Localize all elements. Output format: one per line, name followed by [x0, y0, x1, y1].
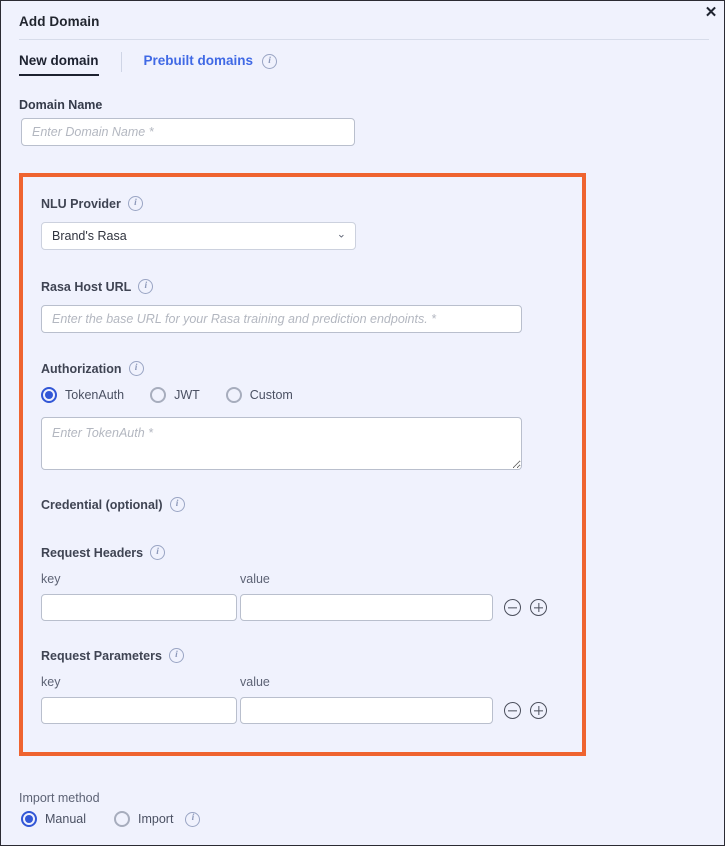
plus-circle-icon[interactable] — [530, 599, 547, 616]
request-parameters-column-headers: key value — [41, 675, 522, 689]
request-headers-info-icon[interactable]: i — [150, 545, 166, 560]
authorization-label: Authorization i — [41, 361, 144, 376]
request-headers-key-input[interactable] — [41, 594, 237, 621]
radio-import-label: Import — [138, 812, 174, 826]
credential-label-text: Credential (optional) — [41, 497, 163, 512]
rasa-host-url-info-icon[interactable]: i — [138, 279, 154, 294]
radio-manual-label: Manual — [45, 812, 86, 826]
import-info-icon[interactable]: i — [185, 811, 201, 827]
request-parameters-label-text: Request Parameters — [41, 648, 162, 663]
prebuilt-domains-info-icon[interactable]: i — [262, 54, 278, 69]
request-headers-row — [41, 594, 547, 621]
request-parameters-label: Request Parameters i — [41, 648, 184, 663]
tokenauth-textarea[interactable] — [41, 417, 522, 470]
domain-name-label-text: Domain Name — [19, 98, 103, 112]
request-parameters-value-header: value — [240, 675, 270, 689]
nlu-provider-select[interactable]: Brand's Rasa — [41, 222, 356, 250]
request-parameters-row — [41, 697, 547, 724]
radio-tokenauth[interactable]: TokenAuth — [41, 387, 124, 403]
request-headers-value-input[interactable] — [240, 594, 493, 621]
nlu-provider-label: NLU Provider i — [41, 196, 143, 211]
tab-new-domain[interactable]: New domain — [19, 53, 99, 76]
radio-jwt-dot[interactable] — [150, 387, 167, 403]
close-icon[interactable]: ✕ — [701, 2, 721, 22]
radio-manual[interactable]: Manual — [21, 811, 86, 827]
page-title: Add Domain — [19, 14, 100, 29]
rasa-host-url-label-text: Rasa Host URL — [41, 279, 132, 294]
minus-circle-icon[interactable] — [504, 599, 521, 616]
title-divider — [19, 39, 709, 40]
tab-divider — [120, 51, 122, 72]
authorization-label-text: Authorization — [41, 361, 122, 376]
radio-manual-dot[interactable] — [21, 811, 37, 827]
import-method-label: Import method — [19, 791, 100, 805]
add-domain-dialog: ✕ Add Domain New domain Prebuilt domains… — [0, 0, 725, 846]
request-parameters-key-input[interactable] — [41, 697, 237, 724]
import-method-label-text: Import method — [19, 791, 100, 805]
request-headers-label: Request Headers i — [41, 545, 166, 560]
request-headers-value-header: value — [240, 572, 270, 586]
import-method-radio-group: Manual Import i — [21, 811, 201, 827]
authorization-info-icon[interactable]: i — [128, 361, 144, 376]
tab-bar: New domain Prebuilt domains i — [19, 51, 278, 76]
radio-import-dot[interactable] — [114, 811, 130, 827]
radio-tokenauth-dot[interactable] — [41, 387, 57, 403]
radio-custom[interactable]: Custom — [225, 387, 293, 403]
nlu-provider-info-icon[interactable]: i — [127, 196, 143, 211]
radio-custom-dot[interactable] — [225, 387, 242, 403]
radio-import[interactable]: Import i — [114, 811, 201, 827]
nlu-provider-label-text: NLU Provider — [41, 196, 121, 211]
request-parameters-value-input[interactable] — [240, 697, 493, 724]
request-headers-label-text: Request Headers — [41, 545, 144, 560]
radio-tokenauth-label: TokenAuth — [65, 388, 125, 402]
credential-label: Credential (optional) i — [41, 497, 185, 512]
radio-jwt-label: JWT — [174, 388, 200, 402]
request-headers-column-headers: key value — [41, 572, 522, 586]
minus-circle-icon[interactable] — [504, 702, 521, 719]
plus-circle-icon[interactable] — [530, 702, 547, 719]
rasa-host-url-label: Rasa Host URL i — [41, 279, 154, 294]
tab-prebuilt-domains[interactable]: Prebuilt domains — [144, 53, 254, 70]
domain-name-input[interactable] — [21, 118, 355, 146]
credential-info-icon[interactable]: i — [169, 497, 185, 512]
domain-name-label: Domain Name — [19, 98, 102, 112]
rasa-host-url-input[interactable] — [41, 305, 522, 333]
request-parameters-info-icon[interactable]: i — [168, 648, 184, 663]
radio-jwt[interactable]: JWT — [150, 387, 200, 403]
authorization-radio-group: TokenAuth JWT Custom — [41, 387, 293, 403]
radio-custom-label: Custom — [249, 388, 293, 402]
request-parameters-key-header: key — [41, 675, 61, 689]
request-headers-key-header: key — [41, 572, 61, 586]
